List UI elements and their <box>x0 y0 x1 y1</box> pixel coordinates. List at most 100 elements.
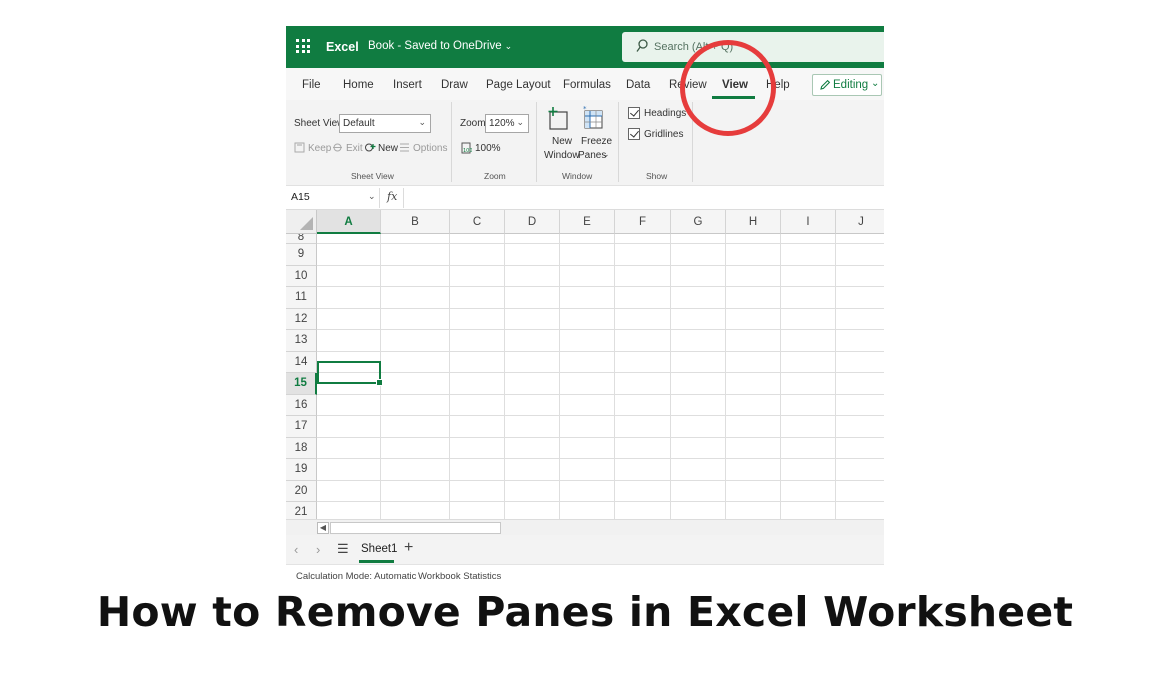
column-header-e[interactable]: E <box>560 210 615 234</box>
gridline-horizontal <box>317 264 884 266</box>
row-header-12[interactable]: 12 <box>286 308 317 330</box>
sheet-view-select[interactable]: Default ⌄ <box>339 114 431 133</box>
row-header-19[interactable]: 19 <box>286 459 317 481</box>
group-separator <box>451 102 452 182</box>
new-window-icon <box>548 107 568 130</box>
tab-draw[interactable]: Draw <box>441 79 468 91</box>
app-name[interactable]: Excel <box>326 40 359 54</box>
name-box[interactable]: A15 ⌄ <box>286 188 380 208</box>
all-sheets-menu-icon[interactable]: ☰ <box>337 541 349 557</box>
gridline-vertical <box>504 234 505 519</box>
ribbon-tabs: File Home Insert Draw Page Layout Formul… <box>286 68 884 100</box>
scroll-left-icon[interactable]: ◀ <box>317 522 329 534</box>
gridline-horizontal <box>317 307 884 309</box>
formula-input[interactable] <box>404 188 884 208</box>
svg-text:100: 100 <box>463 148 472 154</box>
options-list-icon <box>400 143 409 152</box>
tab-insert[interactable]: Insert <box>393 79 422 91</box>
zoom-100-icon: 100 <box>461 142 472 154</box>
column-header-a[interactable]: A <box>317 210 381 234</box>
column-header-i[interactable]: I <box>781 210 836 234</box>
group-label-sheet-view: Sheet View <box>351 171 394 181</box>
zoom-100-button[interactable]: 100% <box>475 143 501 154</box>
tab-data[interactable]: Data <box>626 79 650 91</box>
row-header-11[interactable]: 11 <box>286 287 317 309</box>
gridline-vertical <box>835 234 836 519</box>
active-cell-a15[interactable] <box>317 361 383 386</box>
add-sheet-button[interactable]: + <box>404 539 413 557</box>
horizontal-scrollbar[interactable]: ◀ <box>286 519 884 535</box>
new-sheet-view-button[interactable]: New <box>378 143 398 154</box>
ribbon-view: Sheet View Default ⌄ Keep Exit New Optio… <box>286 100 884 186</box>
row-header-14[interactable]: 14 <box>286 351 317 373</box>
column-header-b[interactable]: B <box>381 210 450 234</box>
chevron-left-icon[interactable]: ‹ <box>294 542 298 557</box>
app-launcher-icon[interactable] <box>296 39 310 53</box>
gridline-horizontal <box>317 501 884 502</box>
column-header-d[interactable]: D <box>505 210 560 234</box>
sheet-tab-sheet1[interactable]: Sheet1 <box>361 543 397 555</box>
row-header-17[interactable]: 17 <box>286 416 317 438</box>
exit-button[interactable]: Exit <box>346 143 363 154</box>
worksheet-grid[interactable]: A B C D E F G H I J 8 9 10 11 12 13 14 15 16 17 18 19 20 21 <box>286 210 884 519</box>
gridline-horizontal <box>317 286 884 287</box>
gridline-vertical <box>614 234 615 519</box>
tab-formulas[interactable]: Formulas <box>563 79 611 91</box>
headings-label: Headings <box>644 108 687 119</box>
chevron-right-icon[interactable]: › <box>316 542 320 557</box>
row-header-9[interactable]: 9 <box>286 244 317 266</box>
gridline-horizontal <box>317 329 884 330</box>
column-header-j[interactable]: J <box>836 210 884 234</box>
row-header-20[interactable]: 20 <box>286 480 317 502</box>
annotation-circle <box>680 40 776 136</box>
row-header-10[interactable]: 10 <box>286 265 317 287</box>
column-header-h[interactable]: H <box>726 210 781 234</box>
tab-page-layout[interactable]: Page Layout <box>486 79 551 91</box>
row-header-18[interactable]: 18 <box>286 437 317 459</box>
status-bar: Calculation Mode: Automatic Workbook Sta… <box>286 565 884 586</box>
options-button[interactable]: Options <box>413 143 447 154</box>
keep-icon <box>294 142 305 153</box>
scrollbar-thumb[interactable] <box>330 522 501 534</box>
new-window-label-2: Window <box>544 150 580 161</box>
sheet-view-value: Default <box>343 118 375 129</box>
gridline-vertical <box>725 234 726 519</box>
row-header-15[interactable]: 15 <box>286 373 317 395</box>
caption-title: How to Remove Panes in Excel Worksheet <box>96 588 1074 636</box>
headings-checkbox[interactable] <box>628 107 640 119</box>
row-header-8[interactable]: 8 <box>286 234 317 244</box>
fx-icon[interactable]: fx <box>387 190 397 203</box>
tab-home[interactable]: Home <box>343 79 374 91</box>
chevron-down-icon: ⌄ <box>368 191 376 201</box>
formula-bar: A15 ⌄ fx <box>286 186 884 210</box>
calculation-mode[interactable]: Calculation Mode: Automatic <box>296 571 416 582</box>
workbook-statistics[interactable]: Workbook Statistics <box>418 571 501 582</box>
gridlines-checkbox[interactable] <box>628 128 640 140</box>
gridline-vertical <box>670 234 671 519</box>
gridline-horizontal <box>317 393 884 395</box>
column-header-g[interactable]: G <box>671 210 726 234</box>
row-header-16[interactable]: 16 <box>286 394 317 416</box>
chevron-down-icon: ⌄ <box>504 41 513 51</box>
search-icon <box>636 39 648 52</box>
gridlines-label: Gridlines <box>644 129 684 140</box>
gridline-vertical <box>780 234 781 519</box>
excel-window: Excel Book - Saved to OneDrive ⌄ Search (… <box>286 26 884 586</box>
new-sheet-view-icon <box>365 143 376 152</box>
row-header-13[interactable]: 13 <box>286 330 317 352</box>
zoom-value: 120% <box>489 118 515 129</box>
document-title[interactable]: Book - Saved to OneDrive ⌄ <box>368 40 512 52</box>
editing-mode-button[interactable]: Editing ⌄ <box>812 74 882 96</box>
sheet-view-label: Sheet View <box>294 118 345 129</box>
gridline-horizontal <box>317 458 884 459</box>
tab-file[interactable]: File <box>302 79 321 91</box>
column-header-f[interactable]: F <box>615 210 671 234</box>
exit-icon <box>333 143 342 152</box>
freeze-panes-label-1: Freeze <box>581 136 613 147</box>
select-all-corner[interactable] <box>286 210 317 234</box>
column-header-c[interactable]: C <box>450 210 505 234</box>
gridline-vertical <box>449 234 450 519</box>
zoom-select[interactable]: 120% ⌄ <box>485 114 529 133</box>
row-header-21[interactable]: 21 <box>286 502 317 519</box>
keep-button[interactable]: Keep <box>308 143 331 154</box>
